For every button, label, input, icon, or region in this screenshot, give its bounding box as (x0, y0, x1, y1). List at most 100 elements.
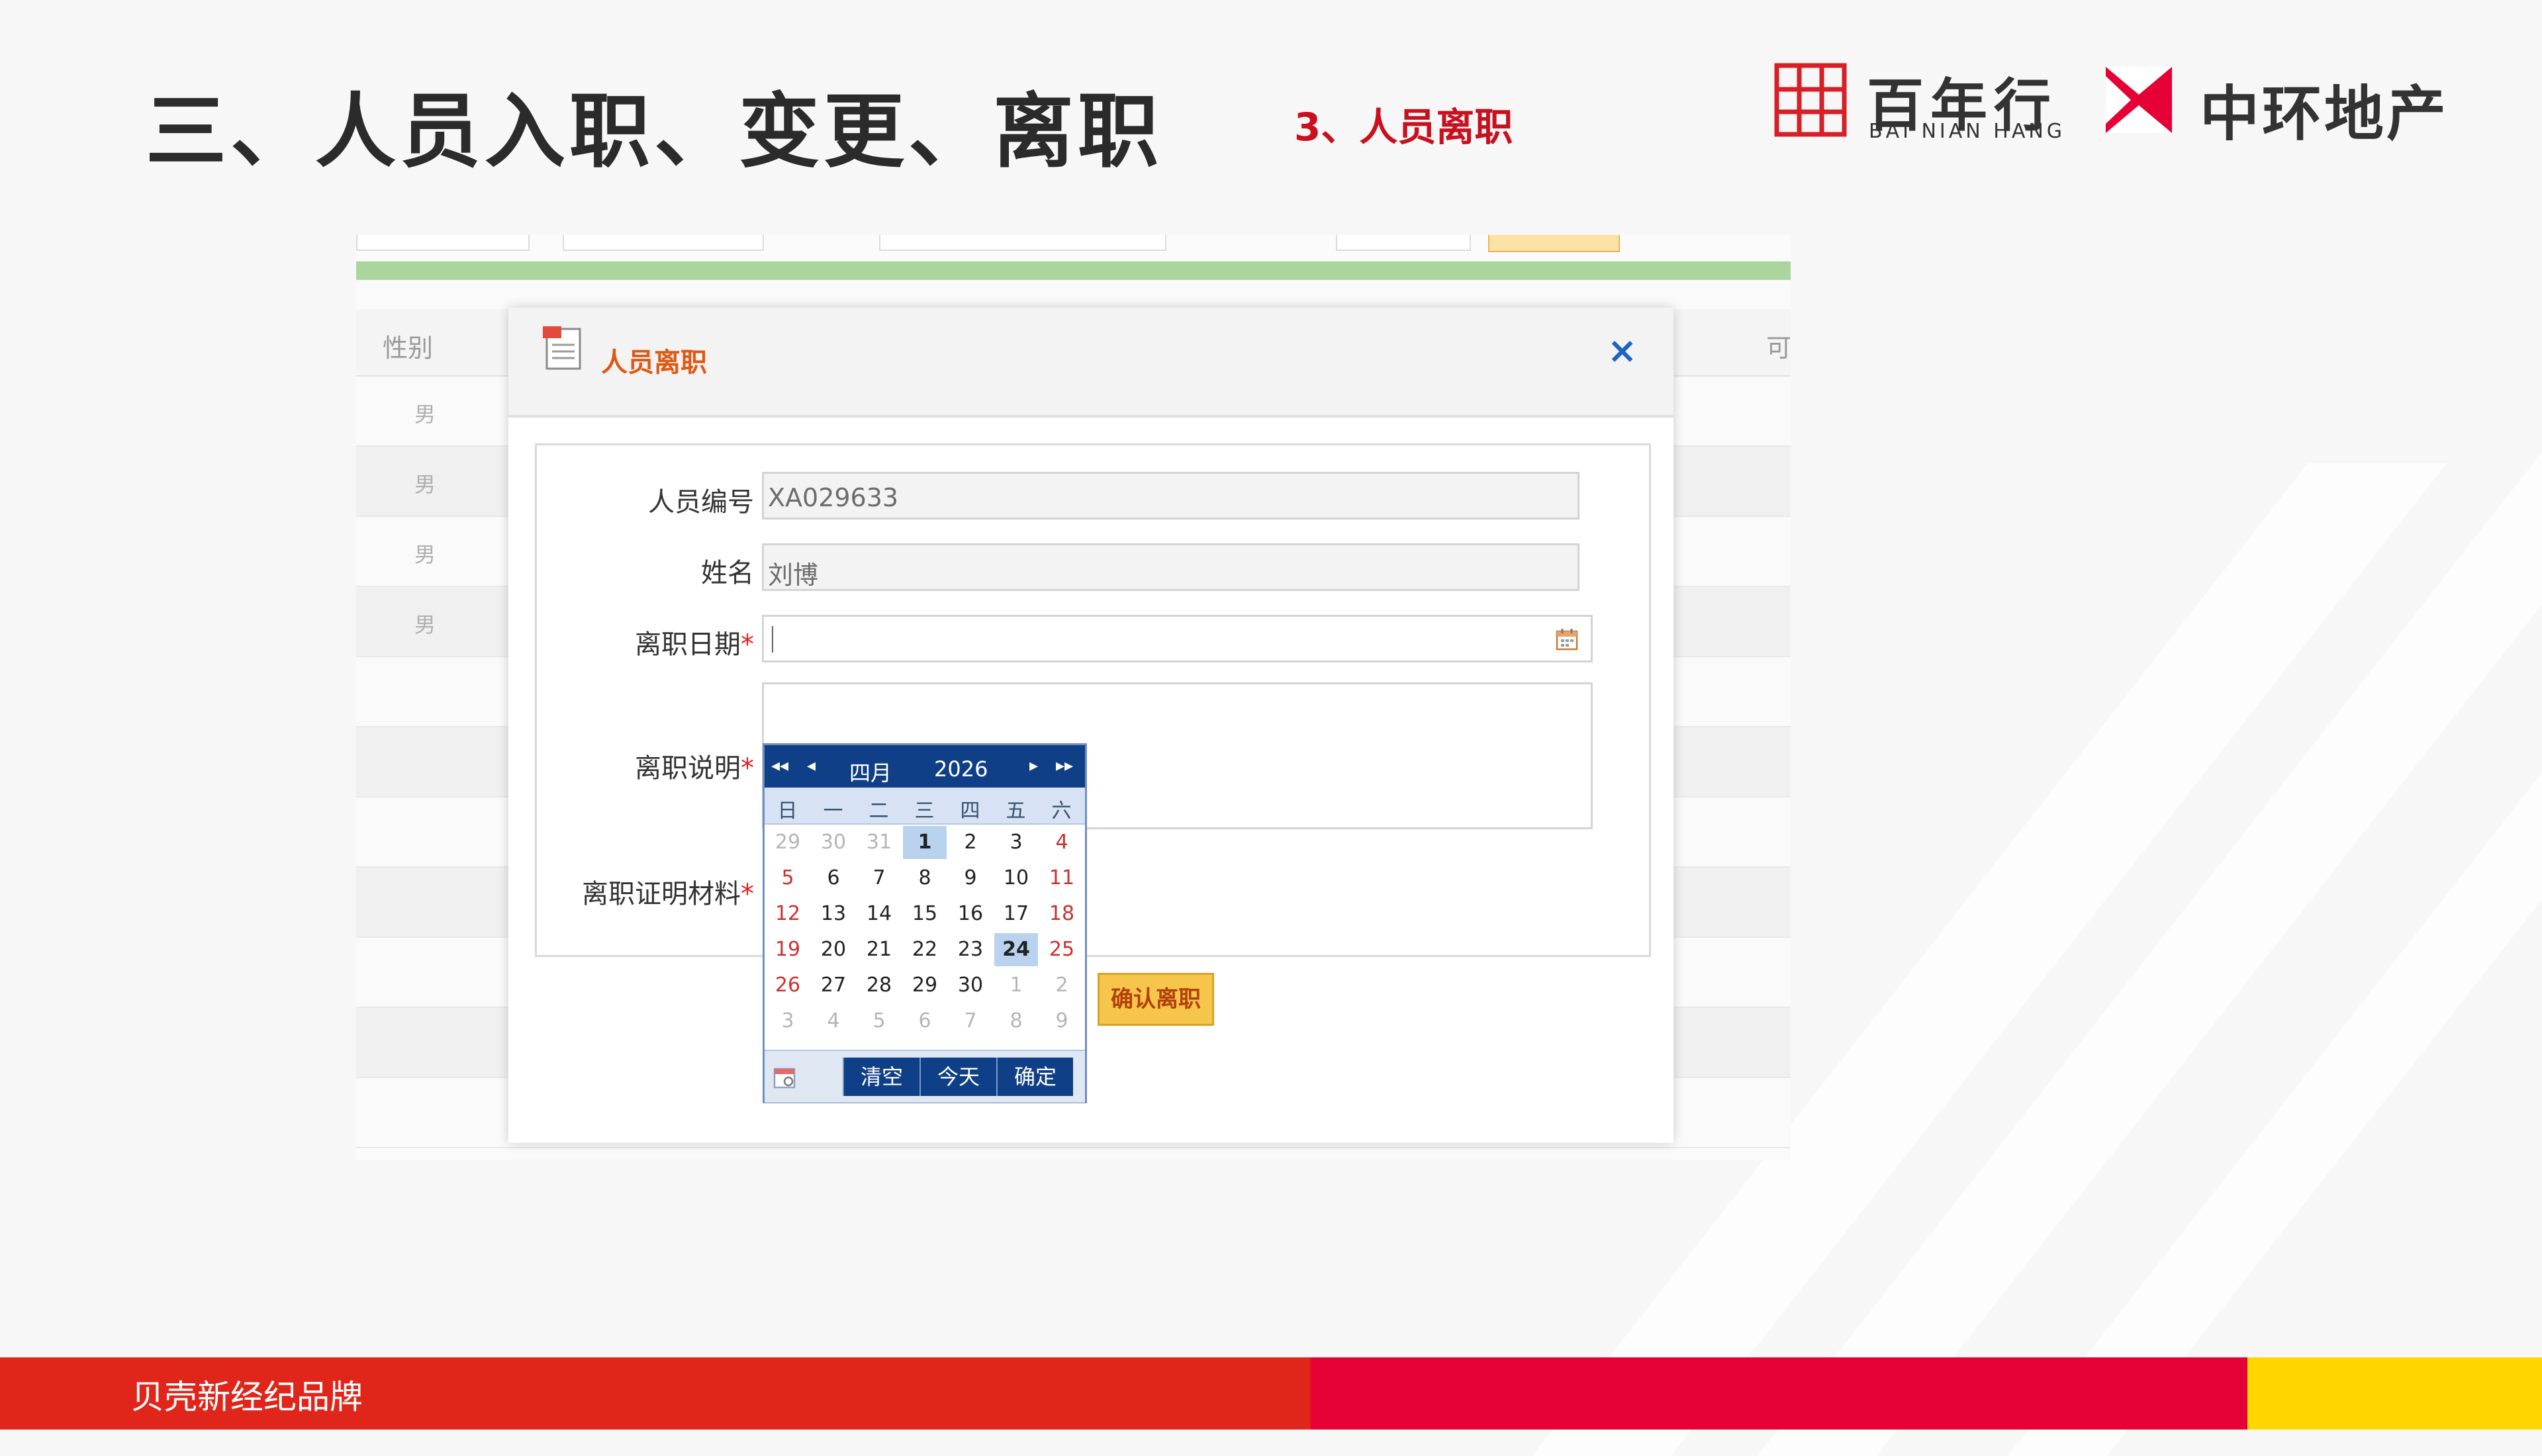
calendar-day[interactable]: 1 (994, 969, 1038, 1002)
date-picker-popup: ◂◂ ◂ 四月 2026 ▸ ▸▸ 日一二三四五六 29 30 31 1 2 3 4 5 6 7 8… (763, 743, 1087, 1103)
next-month-icon[interactable]: ▸ (1029, 756, 1038, 776)
zhonghuan-name: 中环地产 (2200, 79, 2449, 149)
leave-note-label: 离职说明* (582, 747, 754, 785)
toolbar-divider (356, 261, 1791, 280)
calendar-day[interactable]: 1 (903, 826, 947, 859)
calendar-day[interactable]: 13 (812, 897, 855, 931)
weekday-label: 五 (1006, 799, 1026, 823)
calendar-day[interactable]: 3 (994, 826, 1038, 859)
year-selector[interactable]: 2026 (934, 756, 988, 782)
month-selector[interactable]: 四月 (849, 756, 892, 787)
name-label: 姓名 (595, 551, 754, 590)
leave-date-label: 离职日期* (582, 623, 754, 661)
hr-system-screenshot: 性别 可 男 男 男 男 人员离职 × 人员编号 XA029633 姓名 刘博 … (356, 235, 1791, 1160)
calendar-day[interactable]: 18 (1040, 897, 1084, 931)
zhonghuan-logo: 中环地产 (2102, 63, 2459, 149)
name-value: 刘博 (768, 561, 819, 590)
close-icon[interactable]: × (1607, 333, 1637, 369)
clear-date-button[interactable]: 清空 (843, 1058, 919, 1096)
calendar-day[interactable]: 28 (857, 969, 901, 1002)
calendar-day[interactable]: 29 (903, 969, 947, 1002)
calendar-day[interactable]: 12 (766, 897, 810, 931)
weekday-label: 二 (869, 799, 889, 823)
toolbar-filter-field[interactable] (356, 235, 530, 251)
today-button[interactable]: 今天 (919, 1058, 996, 1096)
leave-date-label-text: 离职日期 (635, 629, 741, 660)
calendar-day[interactable]: 8 (994, 1005, 1038, 1038)
calendar-day[interactable]: 30 (949, 969, 992, 1002)
table-cell-gender: 男 (414, 542, 436, 567)
bainianhang-logo: 百年行 BAI NIAN HANG (1774, 63, 2066, 143)
prev-year-icon[interactable]: ◂◂ (771, 756, 788, 776)
calendar-day[interactable]: 17 (994, 897, 1038, 931)
weekday-label: 四 (960, 799, 980, 823)
table-header-cut-off: 可 (1766, 334, 1791, 363)
calendar-day[interactable]: 29 (766, 826, 810, 859)
calendar-day[interactable]: 21 (857, 933, 901, 966)
bainianhang-english-name: BAI NIAN HANG (1869, 120, 2066, 143)
calendar-day[interactable]: 14 (857, 897, 901, 931)
calendar-day[interactable]: 2 (949, 826, 992, 859)
calendar-day[interactable]: 22 (903, 933, 947, 966)
calendar-day[interactable]: 4 (1040, 826, 1084, 859)
calendar-day[interactable]: 10 (994, 862, 1038, 895)
toolbar-filter-field[interactable] (563, 235, 764, 251)
calendar-day[interactable]: 9 (1040, 1005, 1084, 1038)
calendar-day[interactable]: 6 (812, 862, 855, 895)
calendar-day[interactable]: 27 (812, 969, 855, 1002)
zhonghuan-mark-icon (2106, 67, 2172, 133)
employee-id-label-text: 人员编号 (648, 487, 754, 518)
calendar-day[interactable]: 3 (766, 1005, 810, 1038)
calendar-day[interactable]: 19 (766, 933, 810, 966)
calendar-day[interactable]: 16 (949, 897, 992, 931)
text-cursor (772, 626, 773, 653)
footer-band: 贝壳新经纪品牌 (0, 1357, 2542, 1430)
calendar-day[interactable]: 15 (903, 897, 947, 931)
day-grid: 29 30 31 1 2 3 4 5 6 7 8 9 10 11 12 13 14 15 16 17 18 19 20 21 2… (765, 823, 1085, 1039)
name-field[interactable]: 刘博 (762, 543, 1579, 591)
calendar-icon[interactable] (773, 1066, 796, 1089)
calendar-day[interactable]: 31 (857, 826, 901, 859)
footer-brand-text: 贝壳新经纪品牌 (131, 1378, 363, 1416)
ok-button[interactable]: 确定 (996, 1058, 1073, 1096)
calendar-day[interactable]: 7 (949, 1005, 992, 1038)
calendar-day[interactable]: 11 (1040, 862, 1084, 895)
leave-note-label-text: 离职说明 (635, 753, 741, 784)
calendar-day[interactable]: 7 (857, 862, 901, 895)
weekday-label: 三 (914, 799, 935, 823)
calendar-day[interactable]: 6 (903, 1005, 947, 1038)
calendar-day[interactable]: 25 (1040, 933, 1084, 966)
calendar-day[interactable]: 8 (903, 862, 947, 895)
document-icon (543, 326, 581, 370)
calendar-day[interactable]: 5 (766, 862, 810, 895)
prev-month-icon[interactable]: ◂ (807, 756, 816, 776)
calendar-day[interactable]: 24 (994, 933, 1038, 966)
toolbar-filter-field[interactable] (1336, 235, 1471, 251)
calendar-day[interactable]: 23 (949, 933, 992, 966)
employee-id-field[interactable]: XA029633 (762, 472, 1579, 520)
calendar-day[interactable]: 2 (1040, 969, 1084, 1002)
calendar-icon[interactable] (1555, 627, 1579, 651)
weekday-label: 一 (823, 799, 843, 823)
leave-date-input[interactable] (762, 615, 1593, 662)
confirm-resignation-button[interactable]: 确认离职 (1098, 973, 1214, 1026)
calendar-day[interactable]: 9 (949, 862, 992, 895)
calendar-day[interactable]: 26 (766, 969, 810, 1002)
employee-id-value: XA029633 (768, 483, 899, 512)
weekday-label: 日 (777, 799, 798, 823)
calendar-day[interactable]: 4 (812, 1005, 855, 1038)
resignation-form: 人员编号 XA029633 姓名 刘博 离职日期* 离职说明* 离职证明材料* (535, 443, 1651, 957)
next-year-icon[interactable]: ▸▸ (1056, 756, 1073, 776)
footer-crimson-segment (1311, 1357, 2247, 1430)
date-picker-nav: ◂◂ ◂ 四月 2026 ▸ ▸▸ (765, 745, 1085, 788)
weekday-header: 日一二三四五六 (765, 788, 1085, 825)
toolbar-filter-field[interactable] (879, 235, 1166, 251)
calendar-day[interactable]: 5 (857, 1005, 901, 1038)
employee-id-label: 人员编号 (595, 480, 754, 519)
table-cell-gender: 男 (414, 472, 436, 497)
calendar-day[interactable]: 30 (812, 826, 855, 859)
date-picker-footer: 清空 今天 确定 (765, 1050, 1085, 1103)
toolbar-search-button[interactable] (1488, 235, 1620, 252)
table-cell-gender: 男 (414, 402, 436, 427)
calendar-day[interactable]: 20 (812, 933, 855, 966)
